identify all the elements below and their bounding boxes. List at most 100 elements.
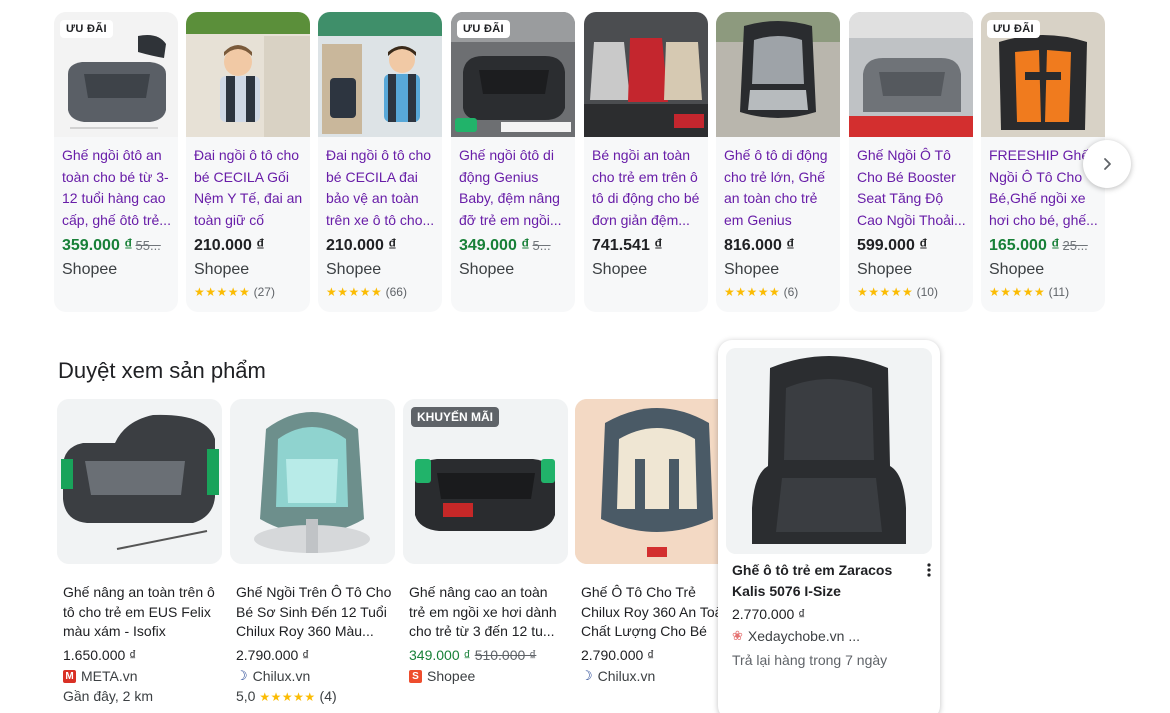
product-price: 165.000 ₫ — [989, 237, 1060, 254]
product-price: 210.000 ₫ — [194, 237, 265, 254]
product-image — [57, 399, 222, 564]
product-title-link[interactable]: Ghế ô tô di động cho trẻ lớn, Ghế an toà… — [724, 145, 836, 233]
product-price: 1.650.000 ₫ — [63, 647, 137, 663]
product-seller: Shopee — [989, 261, 1045, 278]
promo-badge: KHUYẾN MÃI — [411, 407, 500, 427]
product-price: 359.000 ₫ — [62, 237, 133, 254]
browse-product-card[interactable]: Ghế Ngồi Trên Ô Tô Cho Bé Sơ Sinh Đến 12… — [230, 399, 395, 704]
product-title-link[interactable]: Đai ngồi ô tô cho bé CECILA Gối Nệm Y Tế… — [194, 145, 306, 233]
review-count: (6) — [783, 285, 799, 299]
carousel-product-card[interactable]: Ghế Ngồi Ô Tô Cho Bé Booster Seat Tăng Đ… — [849, 12, 973, 312]
store-row: ☽ Chilux.vn — [581, 668, 718, 684]
browse-product-card[interactable]: Ghế nâng an toàn trên ô tô cho trẻ em EU… — [57, 399, 222, 704]
product-title[interactable]: Ghế ô tô trẻ em Zaracos Kalis 5076 I-Siz… — [732, 560, 918, 602]
star-rating-icon: ★★★★★ — [857, 285, 914, 299]
store-row: M META.vn — [63, 668, 222, 684]
product-title[interactable]: Ghế Ô Tô Cho Trẻ Chilux Roy 360 An Toàn … — [581, 583, 718, 643]
shopee-bag-icon: S — [409, 669, 422, 683]
star-rating-icon: ★★★★★ — [259, 690, 316, 704]
star-rating-icon: ★★★★★ — [194, 285, 251, 299]
product-title[interactable]: Ghế Ngồi Trên Ô Tô Cho Bé Sơ Sinh Đến 12… — [236, 583, 392, 643]
carousel-next-button[interactable] — [1083, 140, 1131, 188]
store-row: S Shopee — [409, 668, 568, 684]
product-seller: Shopee — [724, 261, 780, 278]
star-rating-icon: ★★★★★ — [724, 285, 781, 299]
product-old-price: 25... — [1062, 238, 1088, 253]
review-count: (10) — [916, 285, 938, 299]
store-name: Chilux.vn — [252, 668, 311, 684]
carousel-product-card[interactable]: ƯU ĐÃI Ghế ngồi ôtô di động Genius Baby,… — [451, 12, 575, 312]
product-price: 2.770.000 ₫ — [732, 606, 806, 622]
browse-product-card[interactable]: Ghế Ô Tô Cho Trẻ Chilux Roy 360 An Toàn … — [575, 399, 718, 684]
store-name: Chilux.vn — [597, 668, 656, 684]
review-count: (66) — [385, 285, 407, 299]
product-price: 599.000 ₫ — [857, 237, 928, 254]
product-seller: Shopee — [194, 261, 250, 278]
product-rating: ★★★★★ (10) — [857, 285, 938, 299]
product-image — [575, 399, 718, 564]
review-count: (4) — [319, 688, 337, 704]
product-old-price: 55... — [135, 238, 161, 253]
hover-product-card[interactable]: Ghế ô tô trẻ em Zaracos Kalis 5076 I-Siz… — [718, 340, 940, 713]
star-rating-icon: ★★★★★ — [326, 285, 383, 299]
carousel-product-card[interactable]: Bé ngồi an toàn cho trẻ em trên ô tô di … — [584, 12, 708, 312]
section-title: Duyệt xem sản phẩm — [58, 358, 266, 383]
product-image: KHUYẾN MÃI — [403, 399, 568, 564]
product-image — [584, 12, 708, 137]
product-title[interactable]: Ghế nâng cao an toàn trẻ em ngồi xe hơi … — [409, 583, 565, 643]
carousel-product-card[interactable]: Ghế ô tô di động cho trẻ lớn, Ghế an toà… — [716, 12, 840, 312]
product-rating: ★★★★★ (11) — [989, 285, 1069, 299]
product-price: 210.000 ₫ — [326, 237, 397, 254]
carousel-product-card[interactable]: Đai ngồi ô tô cho bé CECILA đai bảo vệ a… — [318, 12, 442, 312]
product-image: ƯU ĐÃI — [54, 12, 178, 137]
deal-badge: ƯU ĐÃI — [60, 20, 113, 38]
store-row: ☽ Chilux.vn — [236, 668, 395, 684]
product-image — [318, 12, 442, 137]
product-image: ƯU ĐÃI — [981, 12, 1105, 137]
product-image — [726, 348, 932, 554]
product-image — [849, 12, 973, 137]
deal-badge: ƯU ĐÃI — [457, 20, 510, 38]
review-count: (11) — [1048, 285, 1070, 299]
product-old-price: 510.000 ₫ — [474, 647, 537, 663]
product-title-link[interactable]: Ghế ngồi ôtô an toàn cho bé từ 3-12 tuổi… — [62, 145, 174, 233]
store-name: META.vn — [81, 668, 138, 684]
product-rating: 5,0 ★★★★★ (4) — [236, 688, 395, 704]
product-rating: ★★★★★ (66) — [326, 285, 407, 299]
carousel-product-card[interactable]: ƯU ĐÃI Ghế ngồi ôtô an toàn cho bé từ 3-… — [54, 12, 178, 312]
product-rating: ★★★★★ (6) — [724, 285, 798, 299]
product-price: 349.000 ₫ — [459, 237, 530, 254]
shopping-carousel: ƯU ĐÃI Ghế ngồi ôtô an toàn cho bé từ 3-… — [54, 12, 1114, 314]
more-vert-icon[interactable] — [923, 562, 935, 578]
product-image — [230, 399, 395, 564]
moon-icon: ☽ — [581, 668, 593, 683]
product-title-link[interactable]: Đai ngồi ô tô cho bé CECILA đai bảo vệ a… — [326, 145, 438, 233]
carousel-product-card[interactable]: Đai ngồi ô tô cho bé CECILA Gối Nệm Y Tế… — [186, 12, 310, 312]
store-name: Xedaychobe.vn ... — [747, 628, 860, 644]
product-title[interactable]: Ghế nâng an toàn trên ô tô cho trẻ em EU… — [63, 583, 219, 643]
chevron-right-icon — [1104, 158, 1111, 170]
product-image: ƯU ĐÃI — [451, 12, 575, 137]
product-seller: Shopee — [459, 261, 515, 278]
store-row[interactable]: ❀ Xedaychobe.vn ... — [732, 628, 860, 644]
product-title-link[interactable]: Ghế Ngồi Ô Tô Cho Bé Booster Seat Tăng Đ… — [857, 145, 969, 233]
product-seller: Shopee — [592, 261, 648, 278]
product-price: 741.541 ₫ — [592, 237, 663, 254]
browse-product-card[interactable]: KHUYẾN MÃI Ghế nâng cao an toàn trẻ em n… — [403, 399, 568, 684]
product-image — [186, 12, 310, 137]
review-count: (27) — [253, 285, 275, 299]
meta-store-icon: M — [63, 669, 76, 683]
product-title-link[interactable]: Ghế ngồi ôtô di động Genius Baby, đệm nâ… — [459, 145, 571, 233]
product-seller: Shopee — [857, 261, 913, 278]
product-seller: Shopee — [326, 261, 382, 278]
product-old-price: 5... — [532, 238, 551, 253]
product-price: 2.790.000 ₫ — [236, 647, 310, 663]
product-title-link[interactable]: Bé ngồi an toàn cho trẻ em trên ô tô di … — [592, 145, 704, 233]
product-image — [716, 12, 840, 137]
return-policy: Trả lại hàng trong 7 ngày — [732, 652, 888, 668]
product-price-row: 349.000 ₫ 510.000 ₫ — [409, 647, 568, 663]
product-price: 2.790.000 ₫ — [581, 647, 655, 663]
store-name: Shopee — [427, 668, 476, 684]
product-seller: Shopee — [62, 261, 118, 278]
store-distance: Gần đây, 2 km — [63, 688, 154, 704]
